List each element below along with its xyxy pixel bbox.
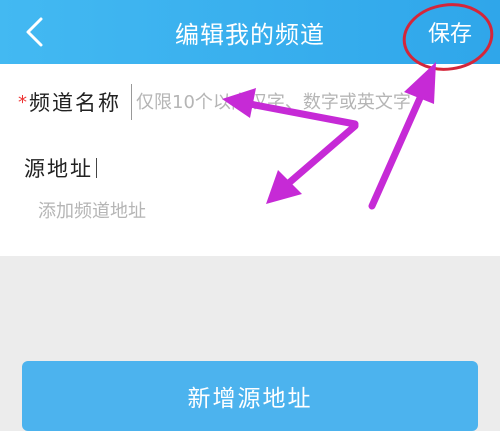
add-source-address-button[interactable]: 新增源地址 <box>22 361 478 431</box>
channel-name-input[interactable] <box>131 84 438 120</box>
source-address-row: 源地址 <box>24 148 97 188</box>
text-cursor <box>96 158 97 178</box>
channel-name-label: 频道名称 <box>29 91 121 115</box>
chevron-left-icon <box>26 17 43 47</box>
channel-form: * 频道名称 源地址 <box>0 64 500 256</box>
save-button[interactable]: 保存 <box>418 10 482 54</box>
source-address-label: 源地址 <box>24 157 93 181</box>
app-header: 编辑我的频道 保存 <box>0 0 500 64</box>
required-mark: * <box>18 91 27 113</box>
channel-name-row: * 频道名称 <box>18 82 488 122</box>
source-address-input[interactable] <box>36 192 460 230</box>
back-button[interactable] <box>14 12 54 52</box>
